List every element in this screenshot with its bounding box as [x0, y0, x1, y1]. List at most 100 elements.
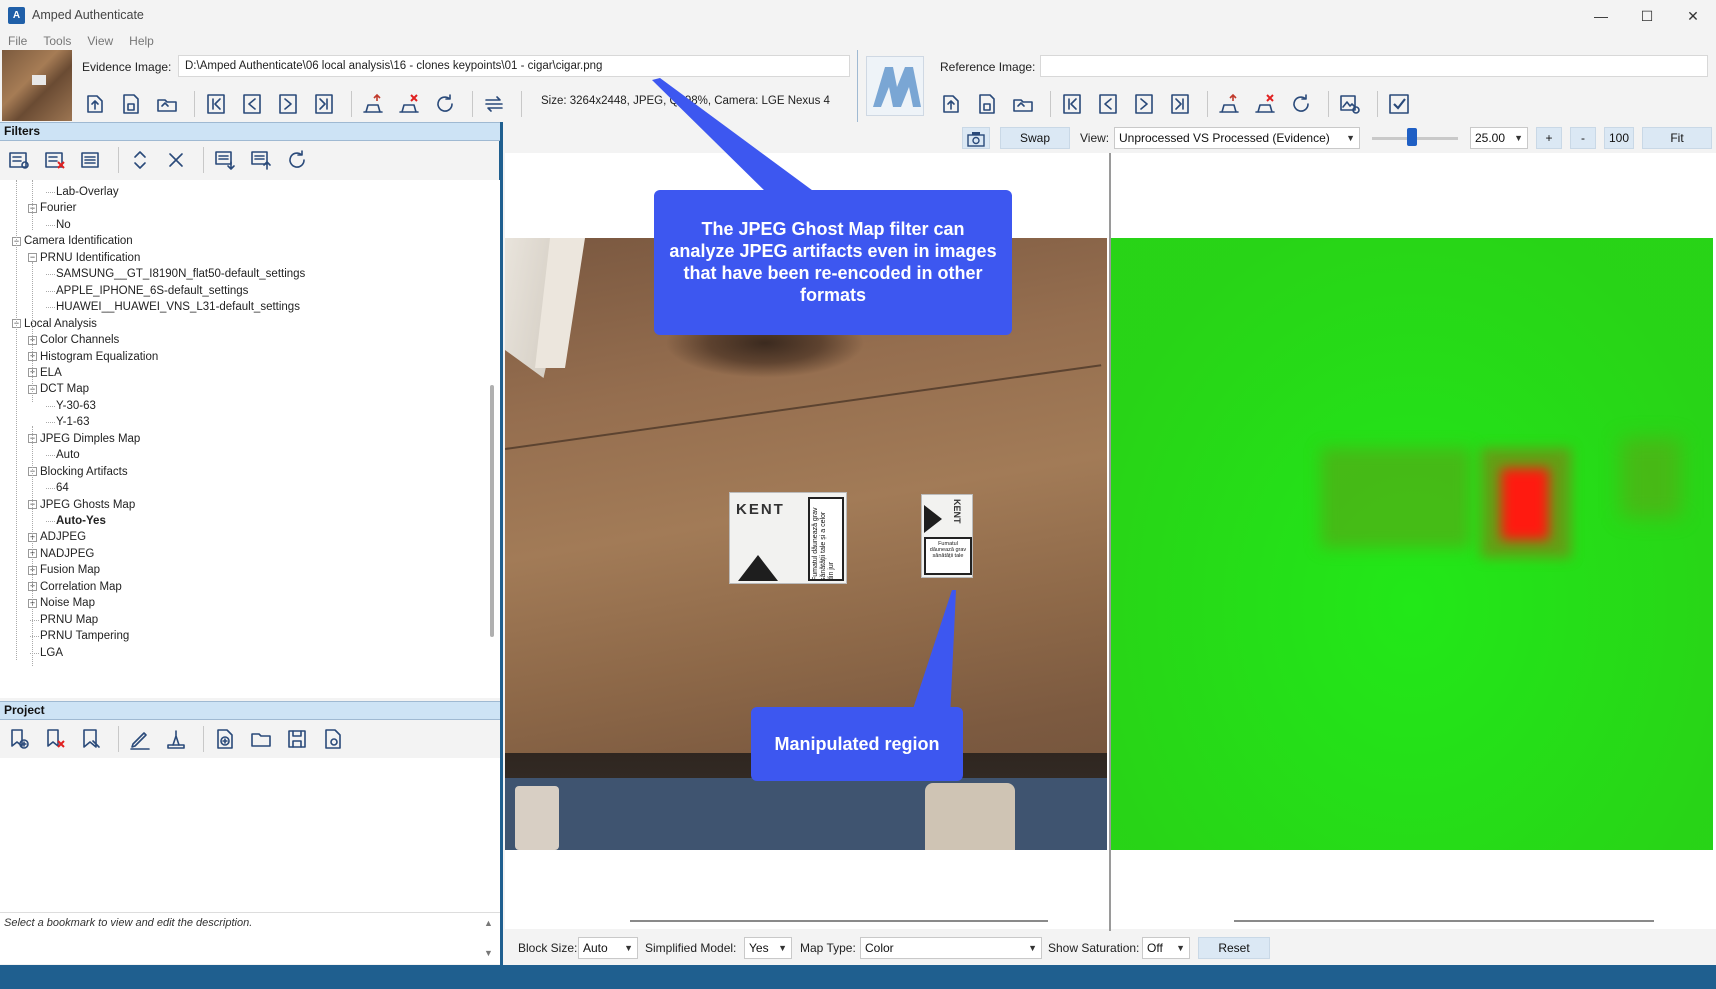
- evidence-path-field[interactable]: D:\Amped Authenticate\06 local analysis\…: [178, 55, 850, 77]
- block-size-select[interactable]: Auto ▼: [578, 937, 638, 959]
- open-project-button[interactable]: [246, 724, 276, 754]
- collapse-button[interactable]: [125, 145, 155, 175]
- tree-item[interactable]: Auto: [46, 447, 80, 463]
- close-button[interactable]: ✕: [1670, 0, 1716, 32]
- prev-button[interactable]: [1093, 89, 1123, 119]
- menu-tools[interactable]: Tools: [35, 32, 79, 50]
- tree-item[interactable]: PRNU Tampering: [30, 628, 129, 644]
- tree-item[interactable]: PRNU Map: [30, 612, 98, 628]
- zoom-in-button[interactable]: +: [1536, 127, 1562, 149]
- tree-item[interactable]: SAMSUNG__GT_I8190N_flat50-default_settin…: [46, 266, 305, 282]
- remove-bookmark-button[interactable]: [40, 724, 70, 754]
- first-button[interactable]: [1057, 89, 1087, 119]
- zoom-select[interactable]: 25.00 ▼: [1470, 127, 1528, 149]
- menu-file[interactable]: File: [0, 32, 35, 50]
- last-button[interactable]: [309, 89, 339, 119]
- add-filter-button[interactable]: [4, 145, 34, 175]
- evidence-thumbnail[interactable]: [2, 50, 72, 121]
- zoom-out-button[interactable]: -: [1570, 127, 1596, 149]
- tree-item[interactable]: Auto-Yes: [46, 513, 106, 529]
- tree-item[interactable]: Y-30-63: [46, 398, 96, 414]
- remove-button[interactable]: [1250, 89, 1280, 119]
- collapse-node-icon[interactable]: −: [28, 253, 37, 263]
- upload-list-button[interactable]: [246, 145, 276, 175]
- image-settings-button[interactable]: [1335, 89, 1365, 119]
- edit-button[interactable]: [125, 724, 155, 754]
- refresh-button[interactable]: [1286, 89, 1316, 119]
- minimize-button[interactable]: —: [1578, 0, 1624, 32]
- next-button[interactable]: [273, 89, 303, 119]
- show-saturation-select[interactable]: Off ▼: [1142, 937, 1190, 959]
- ghost-map-image[interactable]: [1111, 238, 1713, 850]
- tree-item[interactable]: APPLE_IPHONE_6S-default_settings: [46, 283, 248, 299]
- prev-button[interactable]: [237, 89, 267, 119]
- maximize-button[interactable]: ☐: [1624, 0, 1670, 32]
- reset-button[interactable]: Reset: [1198, 937, 1270, 959]
- import-page-button[interactable]: [972, 89, 1002, 119]
- zoom-slider-thumb[interactable]: [1406, 128, 1417, 146]
- save-project-button[interactable]: [282, 724, 312, 754]
- tree-item[interactable]: + Correlation Map: [28, 579, 122, 595]
- tree-item[interactable]: + Histogram Equalization: [28, 349, 158, 365]
- last-button[interactable]: [1165, 89, 1195, 119]
- tree-item[interactable]: − JPEG Ghosts Map: [28, 497, 135, 513]
- tree-item[interactable]: − Fourier: [28, 200, 76, 216]
- upload-button[interactable]: [358, 89, 388, 119]
- tree-item[interactable]: No: [46, 217, 71, 233]
- snapshot-button[interactable]: [962, 127, 990, 149]
- open-folder-button[interactable]: [1008, 89, 1038, 119]
- refresh-button[interactable]: [430, 89, 460, 119]
- tree-item[interactable]: 64: [46, 480, 69, 496]
- tree-item[interactable]: HUAWEI__HUAWEI_VNS_L31-default_settings: [46, 299, 300, 315]
- view-select[interactable]: Unprocessed VS Processed (Evidence) ▼: [1114, 127, 1360, 149]
- new-project-button[interactable]: [210, 724, 240, 754]
- menu-view[interactable]: View: [79, 32, 121, 50]
- export-button[interactable]: [210, 145, 240, 175]
- tree-item[interactable]: Y-1-63: [46, 414, 89, 430]
- right-hscrollbar[interactable]: [1234, 920, 1654, 922]
- import-page-button[interactable]: [116, 89, 146, 119]
- checkbox-button[interactable]: [1384, 89, 1414, 119]
- tree-scrollbar[interactable]: [490, 385, 494, 637]
- scroll-up-icon[interactable]: ▲: [484, 918, 493, 928]
- menu-help[interactable]: Help: [121, 32, 162, 50]
- reference-path-field[interactable]: [1040, 55, 1708, 77]
- tree-item[interactable]: − DCT Map: [28, 381, 89, 397]
- map-type-select[interactable]: Color ▼: [860, 937, 1042, 959]
- swap-button[interactable]: Swap: [1000, 127, 1070, 149]
- tree-item[interactable]: − Local Analysis: [12, 316, 97, 332]
- close-all-button[interactable]: [161, 145, 191, 175]
- fit-button[interactable]: Fit: [1642, 127, 1712, 149]
- zoom-100-button[interactable]: 100: [1604, 127, 1634, 149]
- tree-item[interactable]: + Noise Map: [28, 595, 95, 611]
- sign-button[interactable]: [161, 724, 191, 754]
- import-button[interactable]: [80, 89, 110, 119]
- tree-item[interactable]: + NADJPEG: [28, 546, 94, 562]
- add-bookmark-button[interactable]: [4, 724, 34, 754]
- project-settings-button[interactable]: [318, 724, 348, 754]
- bookmark-button[interactable]: [76, 724, 106, 754]
- tree-item[interactable]: + Color Channels: [28, 332, 119, 348]
- upload-button[interactable]: [1214, 89, 1244, 119]
- left-hscrollbar[interactable]: [630, 920, 1048, 922]
- tree-item[interactable]: + ADJPEG: [28, 529, 86, 545]
- swap-lines-button[interactable]: [479, 89, 509, 119]
- tree-item[interactable]: + ELA: [28, 365, 62, 381]
- panel-splitter[interactable]: [500, 122, 503, 965]
- remove-filter-button[interactable]: [40, 145, 70, 175]
- remove-button[interactable]: [394, 89, 424, 119]
- filter-list-button[interactable]: [76, 145, 106, 175]
- tree-item[interactable]: − Blocking Artifacts: [28, 464, 128, 480]
- tree-item[interactable]: − Camera Identification: [12, 233, 133, 249]
- simplified-model-select[interactable]: Yes ▼: [744, 937, 792, 959]
- next-button[interactable]: [1129, 89, 1159, 119]
- reset-button[interactable]: [282, 145, 312, 175]
- tree-item[interactable]: LGA: [30, 645, 63, 661]
- scroll-down-icon[interactable]: ▼: [484, 948, 493, 958]
- tree-item[interactable]: − JPEG Dimples Map: [28, 431, 140, 447]
- tree-item[interactable]: − PRNU Identification: [28, 250, 140, 266]
- import-button[interactable]: [936, 89, 966, 119]
- first-button[interactable]: [201, 89, 231, 119]
- tree-item[interactable]: Lab-Overlay: [46, 184, 119, 200]
- open-folder-button[interactable]: [152, 89, 182, 119]
